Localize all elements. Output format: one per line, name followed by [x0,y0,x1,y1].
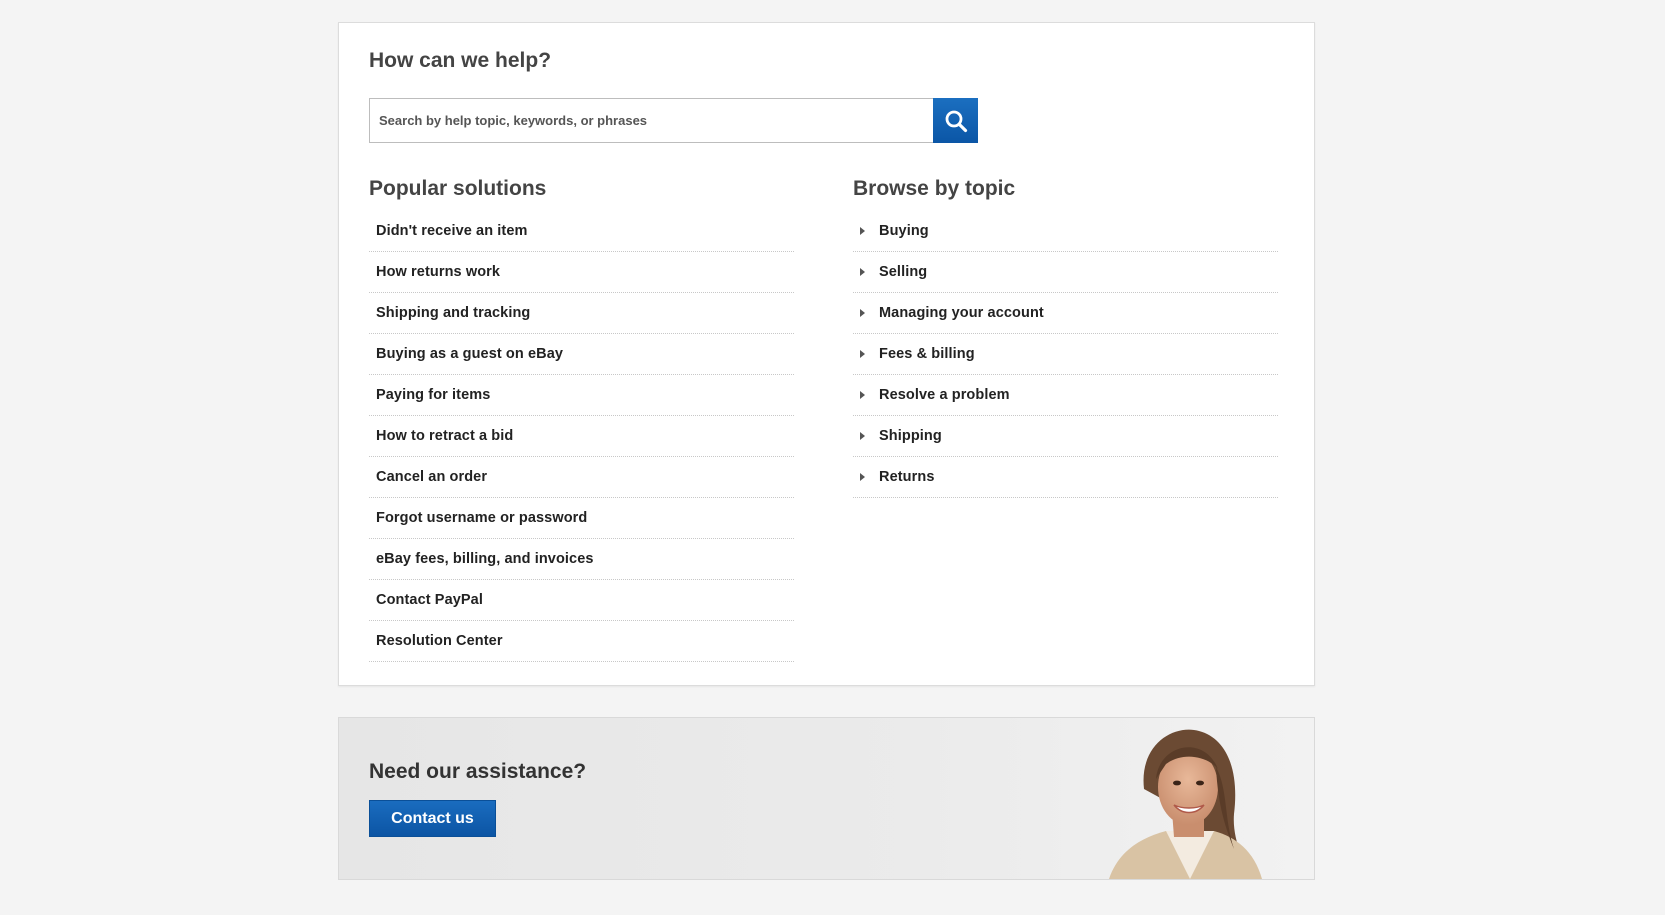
topic-item[interactable]: Fees & billing [853,334,1278,375]
caret-right-icon [860,432,865,440]
popular-solutions-title: Popular solutions [369,177,547,200]
list-item: Forgot username or password [369,498,794,539]
popular-link[interactable]: Didn't receive an item [376,223,528,239]
popular-link[interactable]: Buying as a guest on eBay [376,346,563,362]
topic-item[interactable]: Resolve a problem [853,375,1278,416]
list-item: Buying as a guest on eBay [369,334,794,375]
topic-link[interactable]: Resolve a problem [879,387,1010,403]
popular-link[interactable]: How returns work [376,264,500,280]
caret-right-icon [860,391,865,399]
list-item: Didn't receive an item [369,211,794,252]
caret-right-icon [860,473,865,481]
popular-solutions-list: Didn't receive an item How returns work … [369,211,794,662]
popular-link[interactable]: Shipping and tracking [376,305,530,321]
search-input[interactable] [369,98,933,143]
popular-link[interactable]: Cancel an order [376,469,487,485]
popular-link[interactable]: Contact PayPal [376,592,483,608]
search-bar [369,98,978,143]
topic-item[interactable]: Returns [853,457,1278,498]
popular-link[interactable]: Paying for items [376,387,490,403]
list-item: How returns work [369,252,794,293]
help-panel: How can we help? Popular solutions Didn'… [338,22,1315,686]
popular-link[interactable]: How to retract a bid [376,428,513,444]
popular-solutions: Popular solutions Didn't receive an item… [369,175,794,662]
topic-link[interactable]: Shipping [879,428,942,444]
topic-link[interactable]: Managing your account [879,305,1044,321]
contact-us-button[interactable]: Contact us [369,800,496,837]
popular-link[interactable]: Forgot username or password [376,510,587,526]
caret-right-icon [860,227,865,235]
list-item: Contact PayPal [369,580,794,621]
search-icon [945,110,967,132]
page-title: How can we help? [369,49,552,72]
assistance-banner: Need our assistance? Contact us [338,717,1315,880]
topic-item[interactable]: Managing your account [853,293,1278,334]
topic-link[interactable]: Fees & billing [879,346,975,362]
list-item: How to retract a bid [369,416,794,457]
popular-link[interactable]: Resolution Center [376,633,503,649]
assistance-title: Need our assistance? [369,760,587,783]
topic-link[interactable]: Selling [879,264,927,280]
caret-right-icon [860,309,865,317]
list-item: Resolution Center [369,621,794,662]
search-button[interactable] [933,98,978,143]
topic-link[interactable]: Buying [879,223,929,239]
list-item: eBay fees, billing, and invoices [369,539,794,580]
caret-right-icon [860,268,865,276]
popular-link[interactable]: eBay fees, billing, and invoices [376,551,594,567]
browse-by-topic-title: Browse by topic [853,177,1016,200]
topic-list: Buying Selling Managing your account Fee… [853,211,1278,498]
support-agent-photo [1109,729,1262,879]
list-item: Shipping and tracking [369,293,794,334]
browse-by-topic: Browse by topic Buying Selling Managing … [853,175,1278,498]
list-item: Paying for items [369,375,794,416]
topic-link[interactable]: Returns [879,469,935,485]
topic-item[interactable]: Selling [853,252,1278,293]
topic-item[interactable]: Buying [853,211,1278,252]
topic-item[interactable]: Shipping [853,416,1278,457]
caret-right-icon [860,350,865,358]
list-item: Cancel an order [369,457,794,498]
